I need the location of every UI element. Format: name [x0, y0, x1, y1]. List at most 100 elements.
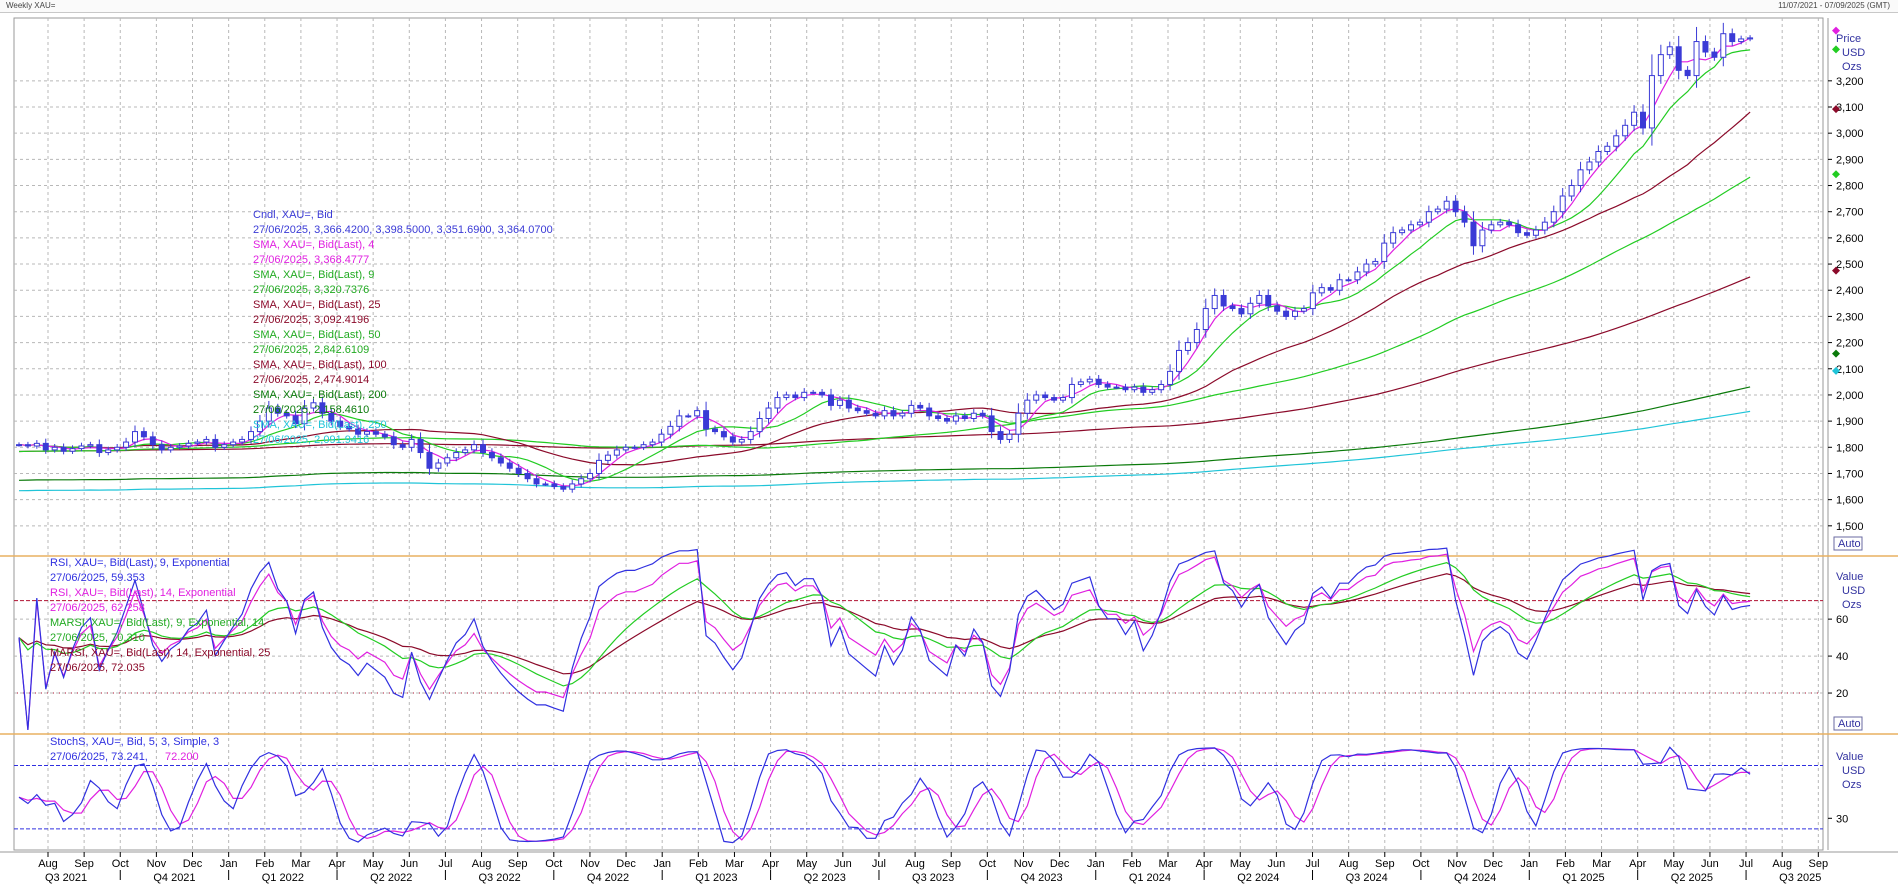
month-label: May [1663, 858, 1684, 870]
candle-body [1051, 397, 1058, 401]
month-label: Dec [1050, 858, 1070, 870]
quarter-label: Q3 2024 [1346, 872, 1388, 884]
legend-line: SMA, XAU=, Bid(Last), 25 [253, 299, 380, 311]
quarter-label: Q4 2023 [1020, 872, 1062, 884]
month-label: Aug [905, 858, 925, 870]
price-legend: Cndl, XAU=, Bid 27/06/2025, 3,366.4200, 3… [253, 209, 553, 446]
candle-body [372, 431, 379, 435]
price-marker-diamond [1832, 45, 1840, 54]
candle-body [774, 397, 781, 409]
month-label: Jul [438, 858, 452, 870]
month-label: May [1230, 858, 1251, 870]
candle-body [738, 438, 745, 443]
rsi-axis[interactable]: 20 40 60 [1828, 614, 1848, 700]
candle-body [747, 431, 754, 440]
candle-body [1077, 381, 1084, 385]
candle-body [506, 462, 513, 469]
candle-body [1300, 308, 1307, 312]
time-axis[interactable]: Aug Sep Oct Nov Dec Jan Feb Mar Apr May Jun Jul Aug S… [38, 852, 1828, 884]
candle-body [1354, 271, 1361, 281]
candle-body [1461, 211, 1468, 223]
candle-body [1140, 386, 1147, 393]
candle-body [569, 483, 576, 490]
candle-body [1068, 383, 1075, 399]
candle-body [1425, 211, 1432, 223]
candle-body [1470, 221, 1477, 247]
candle-body [149, 436, 156, 446]
quarter-label: Q2 2025 [1671, 872, 1713, 884]
candle-body [1104, 383, 1111, 388]
legend-line: SMA, XAU=, Bid(Last), 4 [253, 239, 374, 251]
candle-body [1211, 294, 1218, 310]
stoch-panel[interactable] [14, 746, 1823, 844]
candle-body [801, 391, 808, 399]
candle-body [515, 467, 522, 474]
candle-body [24, 444, 31, 447]
candle-body [1604, 145, 1611, 153]
rsi-tick-label: 40 [1836, 651, 1848, 663]
legend-line: 27/06/2025, 3,320.7376 [253, 284, 369, 296]
chart-canvas[interactable]: 1,500 1,600 1,700 1,800 1,900 2,000 2,100 2,200… [0, 0, 1898, 889]
candle-body [845, 399, 852, 409]
legend-line: StochS, XAU=, Bid, 5, 3, Simple, 3 [50, 736, 219, 748]
candle-body [42, 442, 49, 451]
month-label: Mar [291, 858, 310, 870]
candle-body [952, 415, 959, 422]
candle-body [970, 412, 977, 420]
quarter-label: Q2 2023 [804, 872, 846, 884]
candle-body [1693, 41, 1700, 77]
month-label: Jan [1087, 858, 1105, 870]
month-label: Sep [1809, 858, 1829, 870]
candle-body [908, 404, 915, 414]
candle-body [1042, 394, 1049, 399]
price-tick-label: 3,000 [1836, 128, 1864, 140]
candle-body [926, 407, 933, 417]
candle-body [667, 425, 674, 435]
candle-body [1327, 287, 1334, 291]
candle-body [1363, 263, 1370, 273]
rsi-axis-unit: USD [1842, 585, 1865, 597]
price-tick-label: 2,000 [1836, 390, 1864, 402]
candle-body [631, 446, 638, 449]
price-tick-label: 1,600 [1836, 495, 1864, 507]
legend-line: 27/06/2025, 2,091.9416 [253, 434, 369, 446]
chart-window: Weekly XAU= 11/07/2021 - 07/09/2025 (GMT… [0, 0, 1898, 889]
legend-line: SMA, XAU=, Bid(Last), 250 [253, 419, 387, 431]
stoch-axis[interactable]: 30 [1828, 813, 1848, 825]
price-auto-button[interactable]: Auto [1833, 536, 1863, 551]
price-tick-label: 2,800 [1836, 181, 1864, 193]
rsi-auto-button[interactable]: Auto [1833, 716, 1863, 731]
candle-body [1024, 399, 1031, 414]
rsi-tick-label: 20 [1836, 688, 1848, 700]
candle-body [1524, 232, 1530, 236]
month-label: Oct [979, 858, 996, 870]
candle-body [1158, 383, 1165, 391]
price-tick-label: 2,300 [1836, 311, 1864, 323]
legend-line: 27/06/2025, 62.258 [50, 602, 145, 614]
candle-body [1086, 378, 1093, 383]
price-axis[interactable]: 1,500 1,600 1,700 1,800 1,900 2,000 2,100 2,200… [1828, 26, 1864, 533]
legend-line: 27/06/2025, 3,366.4200, 3,398.5000, 3,35… [253, 224, 553, 236]
candle-body [1738, 38, 1745, 43]
candle-body [890, 410, 897, 417]
quarter-label: Q3 2023 [912, 872, 954, 884]
candle-body [167, 446, 174, 451]
month-label: Jan [220, 858, 238, 870]
candle-body [917, 404, 924, 409]
month-label: Mar [725, 858, 744, 870]
candle-body [1595, 151, 1602, 163]
candle-body [453, 452, 460, 459]
rsi-panel[interactable] [14, 547, 1823, 731]
candle-body [854, 407, 861, 412]
month-label: Jun [1701, 858, 1719, 870]
candle-body [1095, 378, 1102, 385]
candle-body [1488, 224, 1495, 231]
candle-body [230, 441, 237, 446]
candle-body [524, 472, 531, 480]
candle-body [587, 472, 594, 480]
legend-line: SMA, XAU=, Bid(Last), 9 [253, 269, 374, 281]
candle-body [1559, 195, 1566, 213]
price-axis-title: Price [1836, 33, 1861, 45]
candle-body [176, 445, 183, 448]
candle-body [96, 444, 103, 454]
